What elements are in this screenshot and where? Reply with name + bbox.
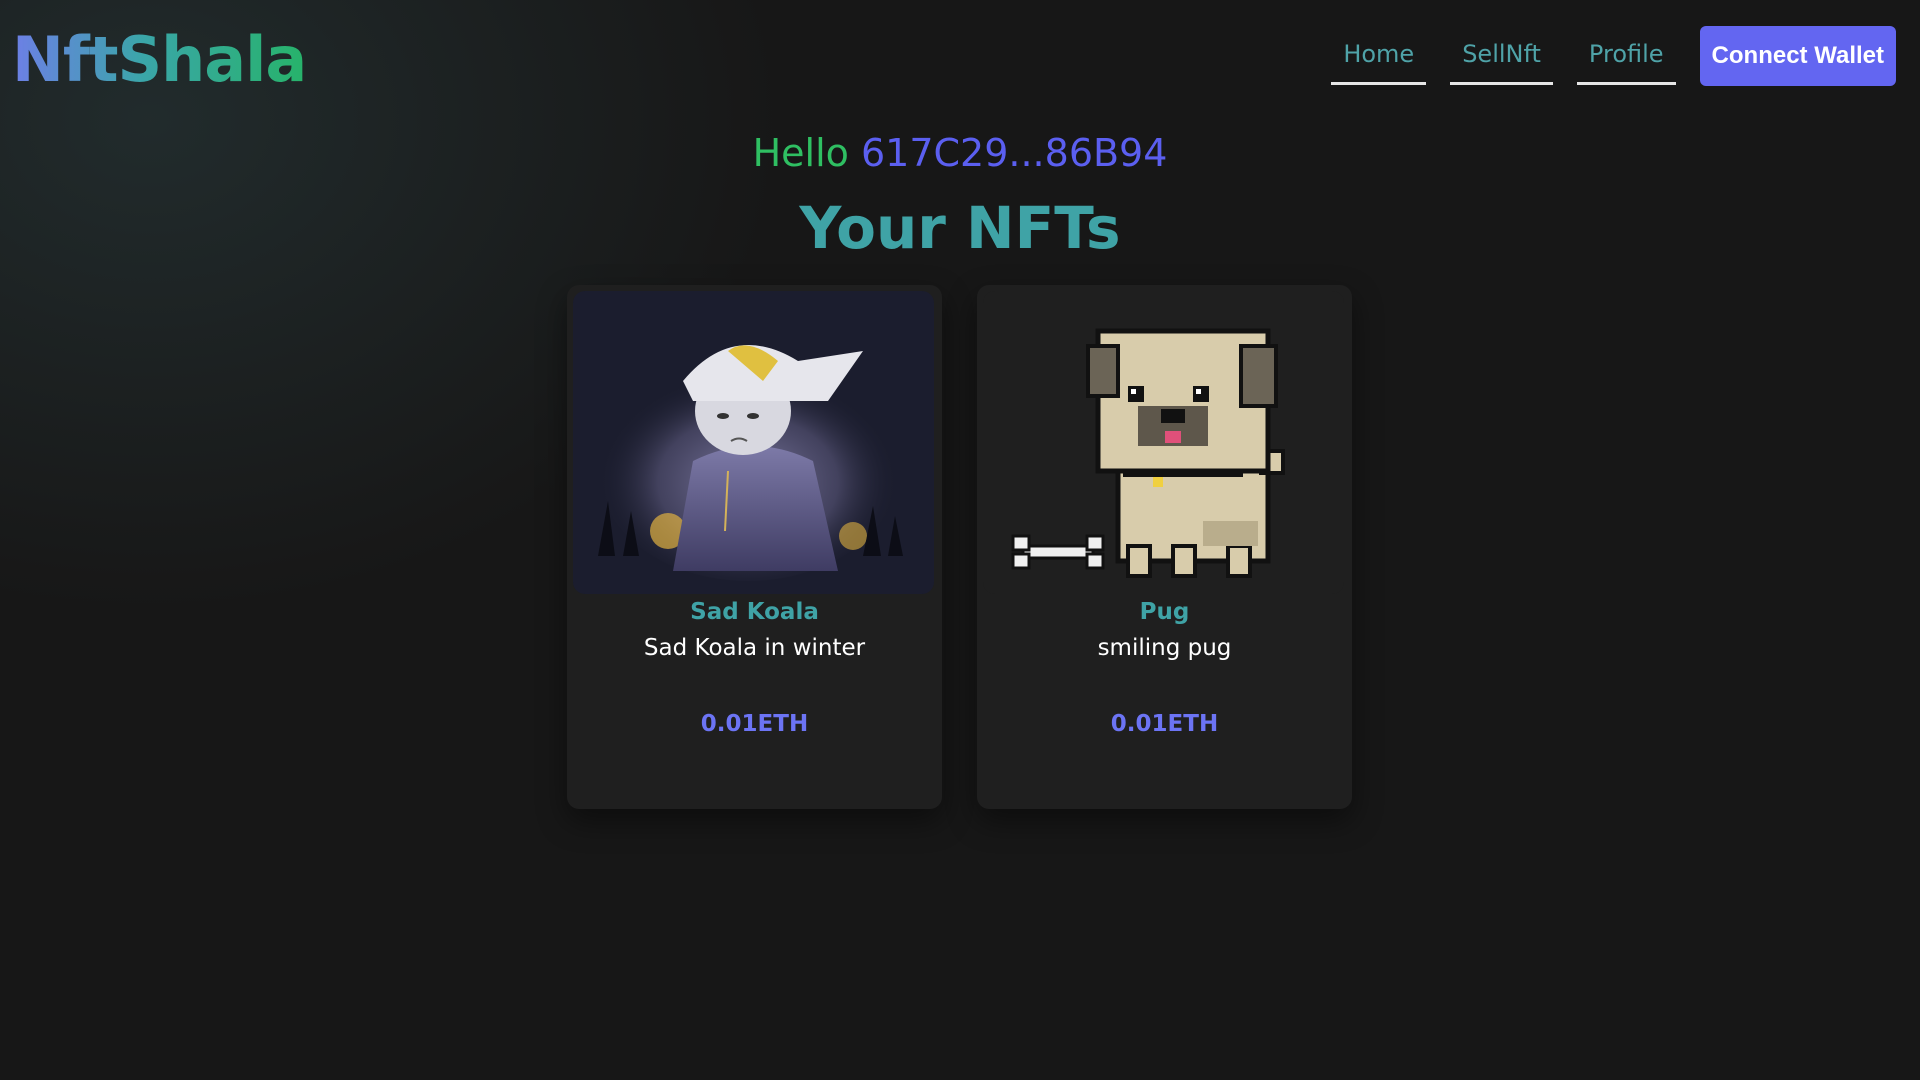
card-description: Sad Koala in winter (643, 635, 866, 661)
connect-wallet-button[interactable]: Connect Wallet (1699, 26, 1896, 86)
koala-hoodie-image (573, 291, 934, 594)
nft-card[interactable]: Sad Koala Sad Koala in winter 0.01ETH (567, 285, 942, 809)
nav-home[interactable]: Home (1331, 28, 1427, 85)
pixel-pug-image (983, 291, 1344, 594)
nav-bar: Home SellNft Profile Connect Wallet (1331, 26, 1896, 86)
page-title: Your NFTs (799, 194, 1121, 262)
nft-card[interactable]: Pug smiling pug 0.01ETH (977, 285, 1352, 809)
top-header: NftShala Home SellNft Profile Connect Wa… (0, 0, 1920, 110)
greeting: Hello 617C29...86B94 (0, 128, 1920, 178)
wallet-address: 617C29...86B94 (860, 131, 1168, 175)
nft-card-list: Sad Koala Sad Koala in winter 0.01ETH Pu… (567, 285, 1352, 809)
logo[interactable]: NftShala (12, 20, 307, 100)
greeting-hello: Hello (752, 131, 849, 175)
card-name: Sad Koala (690, 599, 819, 625)
card-price: 0.01ETH (700, 711, 809, 737)
card-description: smiling pug (1097, 635, 1232, 661)
card-price: 0.01ETH (1110, 711, 1219, 737)
card-name: Pug (1139, 599, 1190, 625)
nav-sellnft[interactable]: SellNft (1450, 28, 1553, 85)
nav-profile[interactable]: Profile (1576, 28, 1676, 85)
